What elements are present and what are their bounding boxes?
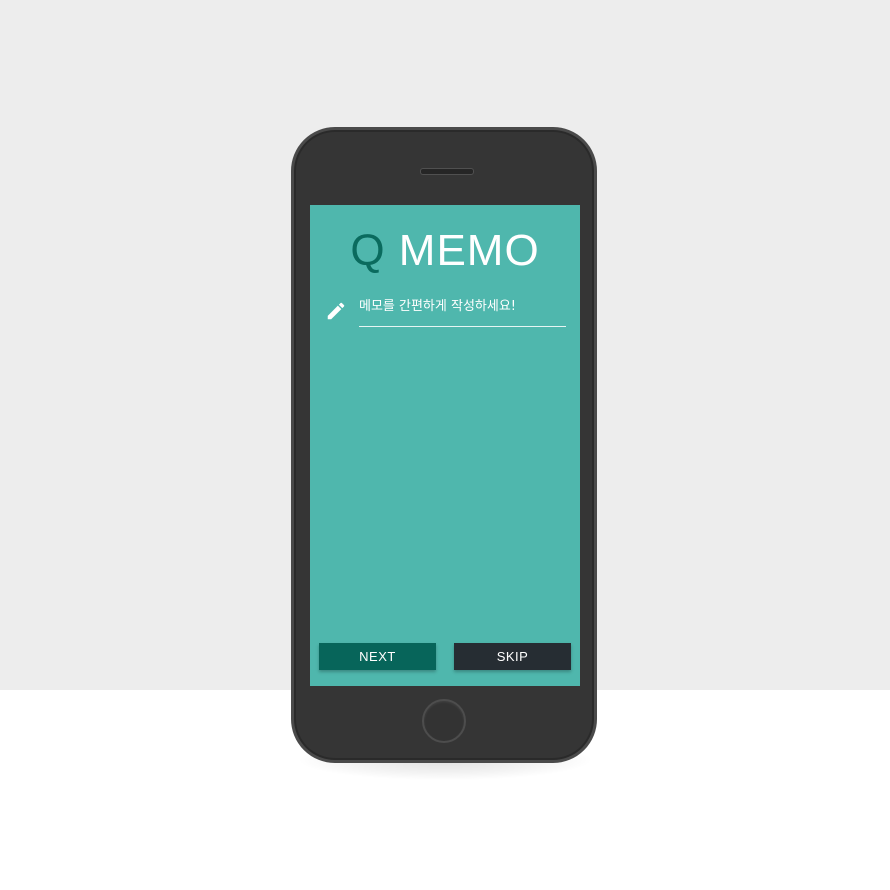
pencil-icon	[327, 302, 345, 320]
memo-input[interactable]	[359, 295, 566, 327]
app-screen: Q MEMO NEXT SKIP	[310, 205, 580, 686]
phone-speaker	[420, 168, 474, 175]
app-logo: Q MEMO	[310, 227, 580, 275]
next-button[interactable]: NEXT	[319, 643, 436, 670]
logo-text: MEMO	[385, 226, 540, 275]
phone-device: Q MEMO NEXT SKIP	[291, 127, 597, 763]
home-button[interactable]	[422, 699, 466, 743]
logo-mark: Q	[350, 226, 386, 275]
skip-button[interactable]: SKIP	[454, 643, 571, 670]
